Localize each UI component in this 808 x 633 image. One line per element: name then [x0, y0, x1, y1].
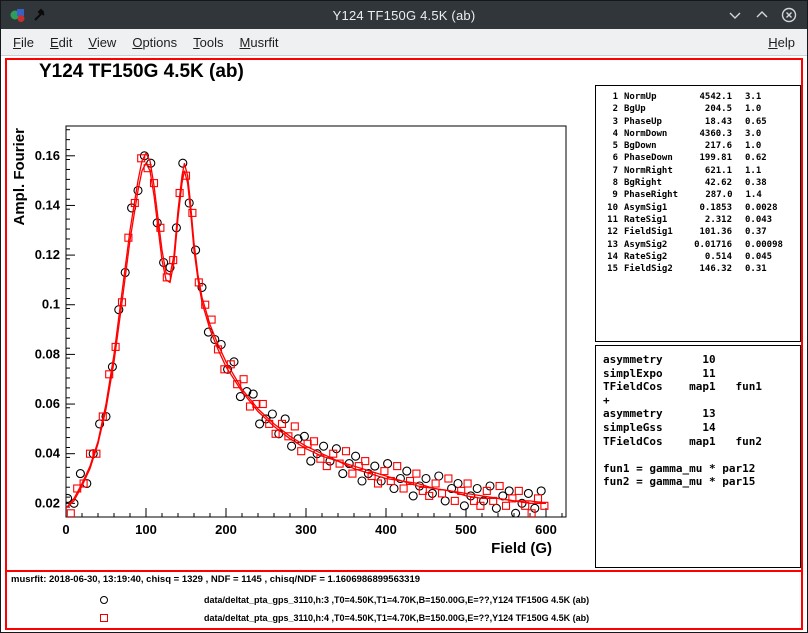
maximize-button[interactable] — [753, 6, 771, 24]
titlebar: Y124 TF150G 4.5K (ab) — [1, 1, 807, 29]
param-row: 10AsymSig10.18530.0028 — [601, 202, 795, 214]
menu-item-file[interactable]: File — [5, 31, 42, 54]
window-title: Y124 TF150G 4.5K (ab) — [1, 8, 807, 23]
param-row: 12FieldSig1101.360.37 — [601, 226, 795, 238]
app-icon — [10, 7, 26, 23]
svg-text:0.14: 0.14 — [35, 197, 61, 212]
legend-label: data/deltat_pta_gps_3110,h:3 ,T0=4.50K,T… — [204, 595, 589, 605]
param-row: 4NormDown4360.33.0 — [601, 128, 795, 140]
plot-title: Y124 TF150G 4.5K (ab) — [39, 61, 244, 83]
svg-text:0.1: 0.1 — [42, 297, 60, 312]
menu-item-view[interactable]: View — [80, 31, 124, 54]
open-square-marker-icon — [100, 614, 108, 622]
param-row: 3PhaseUp18.430.65 — [601, 116, 795, 128]
menu-item-edit[interactable]: Edit — [42, 31, 80, 54]
minimize-icon — [726, 6, 744, 24]
plot-canvas[interactable]: 0 100 200 300 400 500 600 0.02 0.04 0.06 0.08 0.1 0.… — [9, 94, 594, 564]
tool-icon — [33, 8, 47, 22]
legend-entry-h3: data/deltat_pta_gps_3110,h:3 ,T0=4.50K,T… — [1, 593, 807, 607]
svg-text:0: 0 — [62, 522, 69, 537]
param-row: 8BgRight42.620.38 — [601, 177, 795, 189]
menu-bar: File Edit View Options Tools Musrfit Hel… — [1, 29, 807, 56]
param-row: 7NormRight621.11.1 — [601, 165, 795, 177]
close-button[interactable] — [780, 6, 798, 24]
open-circle-marker-icon — [100, 596, 108, 604]
svg-text:200: 200 — [215, 522, 237, 537]
svg-text:300: 300 — [295, 522, 317, 537]
svg-text:0.04: 0.04 — [35, 446, 61, 461]
svg-text:0.16: 0.16 — [35, 148, 60, 163]
menu-item-options[interactable]: Options — [124, 31, 185, 54]
param-row: 2BgUp204.51.0 — [601, 103, 795, 115]
parameter-rows: 1NormUp4542.13.12BgUp204.51.03PhaseUp18.… — [601, 91, 795, 275]
fit-info-line: musrfit: 2018-06-30, 13:19:40, chisq = 1… — [11, 574, 420, 585]
menu-item-musrfit[interactable]: Musrfit — [232, 31, 287, 54]
param-row: 9PhaseRight287.01.4 — [601, 189, 795, 201]
svg-text:0.06: 0.06 — [35, 396, 60, 411]
fit-line-2 — [66, 163, 546, 508]
minimize-button[interactable] — [726, 6, 744, 24]
menu-item-tools[interactable]: Tools — [185, 31, 231, 54]
param-row: 5BgDown217.61.0 — [601, 140, 795, 152]
param-row: 1NormUp4542.13.1 — [601, 91, 795, 103]
plot-frame — [66, 126, 566, 517]
window: Y124 TF150G 4.5K (ab) File Edit View Opt… — [0, 0, 808, 633]
x-axis-title: Field (G) — [491, 540, 552, 557]
theory-text: asymmetry 10 simplExpo 11 TFieldCos map1… — [603, 353, 793, 489]
param-row: 15FieldSig2146.320.31 — [601, 263, 795, 275]
parameter-box: 1NormUp4542.13.12BgUp204.51.03PhaseUp18.… — [595, 85, 801, 342]
theory-box: asymmetry 10 simplExpo 11 TFieldCos map1… — [595, 345, 801, 568]
legend-entry-h4: data/deltat_pta_gps_3110,h:4 ,T0=4.50K,T… — [1, 611, 807, 625]
svg-text:0.12: 0.12 — [35, 247, 60, 262]
window-controls — [726, 6, 798, 24]
svg-text:0.02: 0.02 — [35, 495, 60, 510]
svg-text:600: 600 — [535, 522, 557, 537]
menu-item-help[interactable]: Help — [760, 31, 803, 54]
param-row: 13AsymSig20.017160.00098 — [601, 239, 795, 251]
svg-text:100: 100 — [135, 522, 157, 537]
close-icon — [780, 6, 798, 24]
param-row: 6PhaseDown199.810.62 — [601, 152, 795, 164]
canvas-pad-divider — [5, 570, 803, 572]
svg-text:0.08: 0.08 — [35, 346, 60, 361]
svg-text:400: 400 — [375, 522, 397, 537]
root-canvas: Y124 TF150G 4.5K (ab) 0 100 200 300 400 500 60… — [1, 56, 807, 632]
svg-text:500: 500 — [455, 522, 477, 537]
titlebar-icons — [10, 7, 47, 23]
legend-label: data/deltat_pta_gps_3110,h:4 ,T0=4.50K,T… — [204, 613, 589, 623]
maximize-icon — [753, 6, 771, 24]
y-axis-title: Ampl. Fourier — [11, 128, 28, 226]
param-row: 14RateSig20.5140.045 — [601, 251, 795, 263]
param-row: 11RateSig12.3120.043 — [601, 214, 795, 226]
